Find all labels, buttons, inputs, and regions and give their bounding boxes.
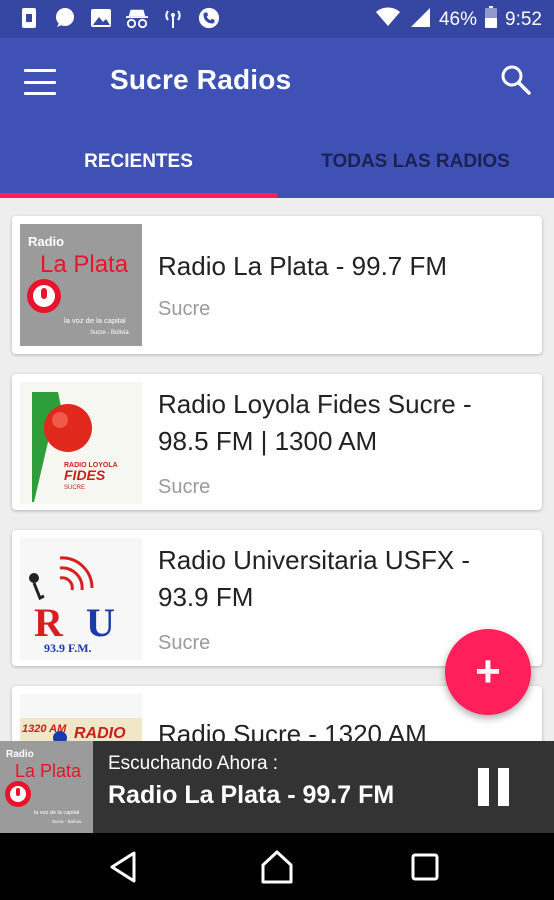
now-playing-title: Radio La Plata - 99.7 FM — [108, 781, 395, 809]
station-city: Sucre — [158, 632, 211, 654]
station-card[interactable]: RADIO LOYOLA FIDES SUCRE Radio Loyola Fi… — [12, 374, 542, 510]
clock: 9:52 — [505, 9, 542, 30]
station-logo: Radio La Plata la voz de la capital Sucr… — [20, 224, 142, 346]
status-bar: 46% 9:52 — [0, 0, 554, 38]
station-logo: R U 93.9 F.M. — [20, 538, 142, 660]
system-nav-bar — [0, 833, 554, 900]
battery-percent: 46% — [438, 9, 478, 30]
add-station-button[interactable]: + — [445, 629, 531, 715]
logo-place-text: SUCRE — [64, 485, 85, 491]
signal-icon — [409, 6, 431, 34]
image-icon — [90, 7, 112, 29]
station-name: Radio La Plata - 99.7 FM — [158, 251, 448, 281]
logo-main-text: FIDES — [64, 467, 106, 483]
back-icon[interactable] — [104, 847, 144, 887]
logo-slogan-text: la voz de la capital — [64, 316, 126, 325]
pause-icon — [478, 768, 489, 806]
active-tab-indicator — [0, 193, 277, 198]
station-name: Radio Loyola Fides Sucre - 98.5 FM | 130… — [158, 389, 472, 456]
app-title: Sucre Radios — [110, 64, 292, 95]
logo-small-text: Radio — [28, 234, 64, 249]
logo-place-text: Sucre - Bolivia — [90, 330, 129, 336]
logo-letter-u: U — [86, 600, 115, 645]
incognito-icon — [126, 7, 148, 29]
logo-freq-text: 93.9 F.M. — [44, 641, 92, 655]
logo-main-text: La Plata — [40, 251, 129, 278]
logo-place-text: Sucre - Bolivia — [52, 819, 82, 824]
station-card[interactable]: Radio La Plata la voz de la capital Sucr… — [12, 216, 542, 354]
system-status: 46% 9:52 — [375, 6, 542, 34]
hotspot-icon — [162, 7, 184, 29]
notification-icons — [18, 7, 220, 29]
chat-icon — [54, 7, 76, 29]
battery-icon — [485, 6, 498, 34]
home-icon[interactable] — [257, 847, 297, 887]
wifi-icon — [375, 6, 401, 34]
pause-button[interactable] — [478, 768, 512, 806]
sim-icon — [18, 7, 40, 29]
station-name: Radio Universitaria USFX - 93.9 FM — [158, 545, 471, 612]
logo-small-text: Radio — [6, 749, 34, 760]
tab-todas-las-radios[interactable]: TODAS LAS RADIOS — [277, 126, 554, 198]
logo-slogan-text: la voz de la capital — [34, 810, 79, 816]
app-bar: Sucre Radios — [0, 38, 554, 126]
logo-main-text: La Plata — [15, 761, 82, 781]
search-icon[interactable] — [500, 64, 532, 96]
now-playing-label: Escuchando Ahora : — [108, 753, 279, 774]
logo-main-text: RADIO — [74, 725, 126, 742]
now-playing-bar[interactable]: Radio La Plata la voz de la capital Sucr… — [0, 741, 554, 833]
now-playing-logo: Radio La Plata la voz de la capital Sucr… — [0, 741, 93, 833]
tab-bar: RECIENTES TODAS LAS RADIOS — [0, 126, 554, 198]
phone-icon — [198, 7, 220, 29]
recents-icon[interactable] — [405, 847, 445, 887]
station-city: Sucre — [158, 298, 211, 320]
menu-icon[interactable] — [22, 66, 58, 98]
logo-letter-r: R — [34, 600, 64, 645]
station-logo: RADIO LOYOLA FIDES SUCRE — [20, 382, 142, 504]
station-city: Sucre — [158, 476, 211, 498]
tab-recientes[interactable]: RECIENTES — [0, 126, 277, 198]
